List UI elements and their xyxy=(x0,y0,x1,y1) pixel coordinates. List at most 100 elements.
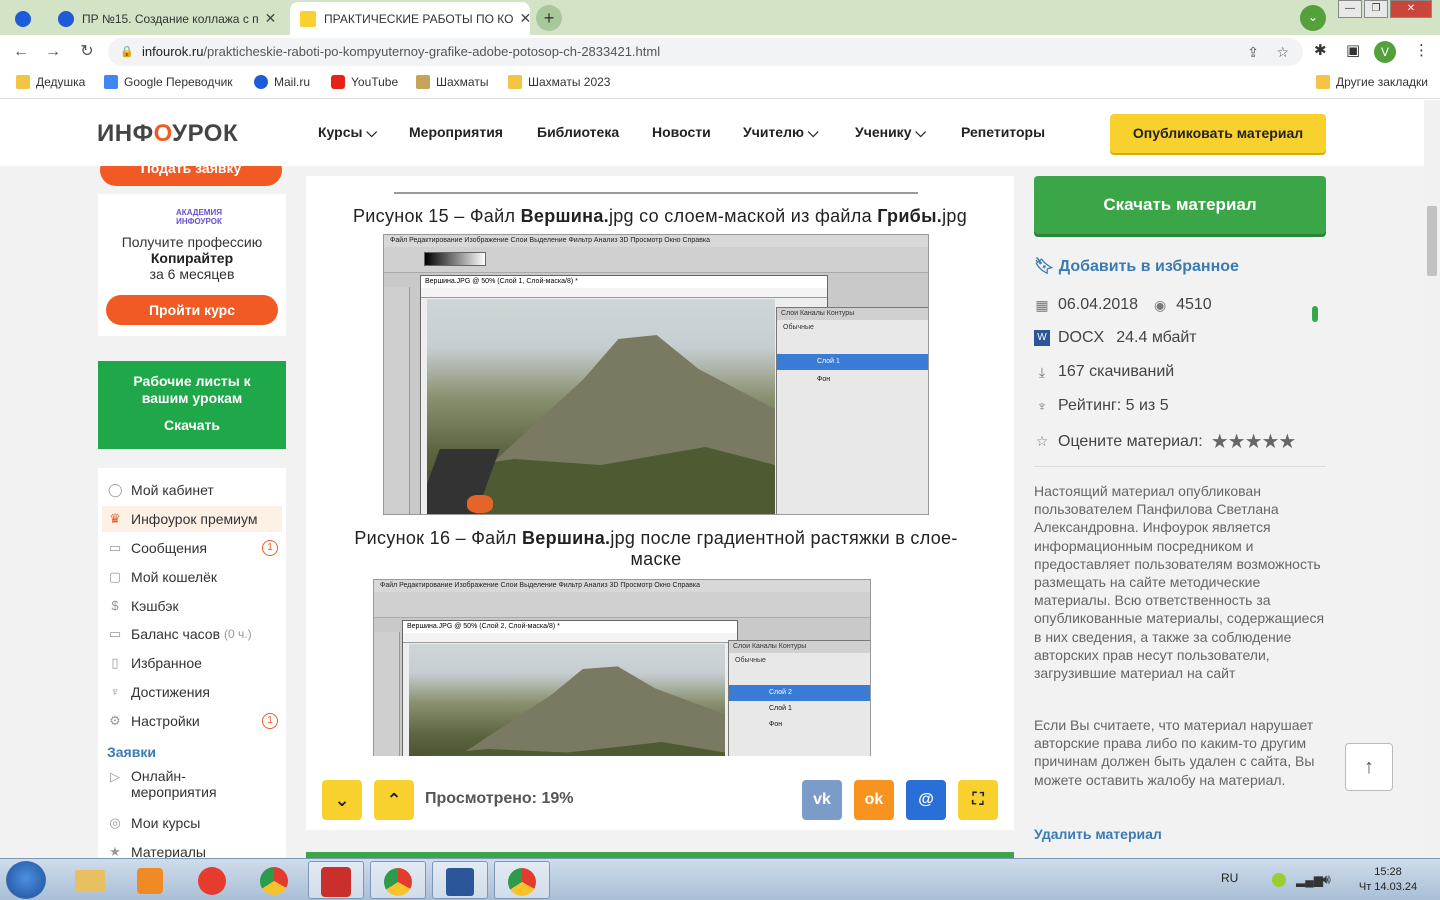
sidebar-item-cabinet[interactable]: ◯ Мой кабинет xyxy=(98,477,286,503)
ps-options-bar xyxy=(384,247,928,273)
menu-events[interactable]: Мероприятия xyxy=(409,124,503,140)
mountain-photo xyxy=(409,644,725,756)
chrome-profile-icon[interactable] xyxy=(494,861,550,899)
sidebar-icon[interactable]: ▣ xyxy=(1346,41,1360,59)
take-course-button[interactable]: Пройти курс xyxy=(106,295,278,325)
chevron-down-icon: ⌵ xyxy=(807,124,819,140)
sidebar-item-premium[interactable]: ♛ Инфоурок премиум xyxy=(102,506,282,532)
page-up-button[interactable]: ⌃ xyxy=(374,780,414,820)
site-logo[interactable]: ИНФОУРОК xyxy=(97,120,238,148)
scroll-top-button[interactable]: ↑ xyxy=(1345,743,1393,791)
tray-app-icon[interactable] xyxy=(1272,873,1286,887)
profile-avatar[interactable]: V xyxy=(1374,41,1396,63)
chrome-icon[interactable] xyxy=(246,861,302,899)
download-button[interactable]: Скачать материал xyxy=(1034,176,1326,234)
reload-icon[interactable]: ↻ xyxy=(76,41,98,63)
bookmark-item[interactable]: Шахматы 2023 xyxy=(508,75,610,89)
bookmark-item[interactable]: Google Переводчик xyxy=(104,75,233,89)
ok-share-button[interactable]: ok xyxy=(854,780,894,820)
word-icon[interactable] xyxy=(432,861,488,899)
signal-icon[interactable]: ▂▄▆ xyxy=(1296,873,1323,887)
bookmark-item[interactable]: Шахматы xyxy=(416,75,488,89)
sidebar-item-achievements[interactable]: ♆ Достижения xyxy=(98,679,286,705)
page-scrollbar[interactable] xyxy=(1424,100,1440,858)
tab-active[interactable]: ПРАКТИЧЕСКИЕ РАБОТЫ ПО КО ✕ xyxy=(290,2,530,35)
sidebar-item-favorites[interactable]: ▯ Избранное xyxy=(98,650,286,676)
bookmark-item[interactable]: Mail.ru xyxy=(254,75,310,89)
rating-stars[interactable]: ★★★★★ xyxy=(1211,429,1297,454)
presentation-app-icon[interactable] xyxy=(308,861,364,899)
download-icon: ⤓ xyxy=(1038,363,1046,380)
folder-icon xyxy=(1316,75,1330,89)
ps-layer-row: Фон xyxy=(769,721,783,728)
chrome-window-icon[interactable] xyxy=(370,861,426,899)
worksheets-banner[interactable]: Рабочие листы к вашим урокам Скачать xyxy=(98,361,286,449)
sidebar-item-hours[interactable]: ▭ Баланс часов (0 ч.) xyxy=(98,621,286,647)
document-page[interactable]: Рисунок 15 – Файл Вершина.jpg со слоем-м… xyxy=(306,176,1006,756)
sidebar-item-settings[interactable]: ⚙ Настройки 1 xyxy=(98,708,286,734)
star-bookmark-icon[interactable]: ☆ xyxy=(1276,38,1289,66)
new-tab-button[interactable]: + xyxy=(536,5,562,31)
bookmark-item[interactable]: Дедушка xyxy=(16,75,85,89)
extensions-icon[interactable]: ✱ xyxy=(1314,41,1327,59)
mail-share-button[interactable]: @ xyxy=(906,780,946,820)
wallet-icon: ▢ xyxy=(108,569,122,584)
explorer-icon[interactable] xyxy=(62,861,118,899)
chevron-down-icon: ⌵ xyxy=(366,124,377,140)
menu-courses[interactable]: Курсы ⌵ xyxy=(318,124,377,141)
bookmark-label: YouTube xyxy=(351,75,399,89)
menu-library[interactable]: Библиотека xyxy=(537,124,619,140)
sidebar-item-materials[interactable]: ★ Материалы xyxy=(98,839,286,858)
apply-button[interactable]: Подать заявку xyxy=(100,166,282,186)
chevron-down-icon[interactable]: ⌄ xyxy=(1300,5,1326,31)
system-clock[interactable]: 15:28 Чт 14.03.24 xyxy=(1348,865,1428,895)
other-bookmarks[interactable]: Другие закладки xyxy=(1316,75,1428,89)
language-indicator[interactable]: RU xyxy=(1221,871,1238,885)
ps-layers-tabs: Слои Каналы Контуры xyxy=(777,308,928,320)
menu-student[interactable]: Ученику ⌵ xyxy=(855,124,926,141)
mailru-icon xyxy=(58,10,74,27)
google-translate-icon xyxy=(104,75,118,89)
page-down-button[interactable]: ⌄ xyxy=(322,780,362,820)
volume-icon[interactable]: 🔊︎ xyxy=(1322,871,1331,888)
share-icon[interactable]: ⇪ xyxy=(1247,38,1259,66)
back-icon[interactable]: ← xyxy=(10,41,32,63)
add-to-favorites-link[interactable]: 🔖︎ Добавить в избранное xyxy=(1034,256,1239,276)
fullscreen-button[interactable]: ⛶ xyxy=(958,780,998,820)
courses-icon: ◎ xyxy=(109,815,121,830)
close-icon[interactable]: ✕ xyxy=(513,10,530,27)
delete-material-link[interactable]: Удалить материал xyxy=(1034,826,1162,842)
figure-16-screenshot: Файл Редактирование Изображение Слои Выд… xyxy=(373,579,871,756)
menu-teacher[interactable]: Учителю ⌵ xyxy=(743,124,818,141)
sidebar-item-online-events[interactable]: ▷ Онлайн-мероприятия xyxy=(98,768,286,802)
user-icon: ◯ xyxy=(108,482,123,497)
sidebar-item-cashback[interactable]: $ Кэшбэк xyxy=(98,593,286,619)
vk-share-button[interactable]: vk xyxy=(802,780,842,820)
media-player-icon[interactable] xyxy=(122,861,178,899)
minimize-button[interactable]: — xyxy=(1338,0,1362,18)
at-icon: @ xyxy=(918,791,934,808)
forward-icon[interactable]: → xyxy=(42,41,64,63)
close-window-button[interactable]: ✕ xyxy=(1390,0,1432,18)
file-format: DOCX xyxy=(1058,329,1105,346)
menu-tutors[interactable]: Репетиторы xyxy=(961,124,1045,140)
tab-mail[interactable] xyxy=(8,2,38,35)
maximize-button[interactable]: ❐ xyxy=(1364,0,1388,18)
tab-pr15[interactable]: ПР №15. Создание коллажа с п ✕ xyxy=(48,2,286,35)
yandex-browser-icon[interactable] xyxy=(184,861,240,899)
sidebar-item-my-courses[interactable]: ◎ Мои курсы xyxy=(98,810,286,836)
bookmark-icon: ▯ xyxy=(111,655,119,670)
scrollbar-thumb[interactable] xyxy=(1427,206,1437,276)
menu-dots-icon[interactable]: ⋮ xyxy=(1414,41,1429,59)
ps-document-window: Вершина.JPG @ 50% (Слой 2, Слой-маска/8)… xyxy=(402,620,738,756)
publish-button[interactable]: Опубликовать материал xyxy=(1110,114,1326,153)
worksheets-button[interactable]: Скачать xyxy=(98,417,286,433)
address-bar[interactable]: 🔒 infourok.ru/prakticheskie-raboti-po-ko… xyxy=(108,38,1303,66)
start-button[interactable] xyxy=(6,861,46,899)
bookmark-item[interactable]: YouTube xyxy=(331,75,398,89)
menu-news[interactable]: Новости xyxy=(652,124,711,140)
promo-card: АКАДЕМИЯ ИНФОУРОК Получите профессию Коп… xyxy=(98,194,286,336)
sidebar-item-messages[interactable]: ▭ Сообщения 1 xyxy=(98,535,286,561)
sidebar-item-wallet[interactable]: ▢ Мой кошелёк xyxy=(98,564,286,590)
close-icon[interactable]: ✕ xyxy=(259,10,277,27)
